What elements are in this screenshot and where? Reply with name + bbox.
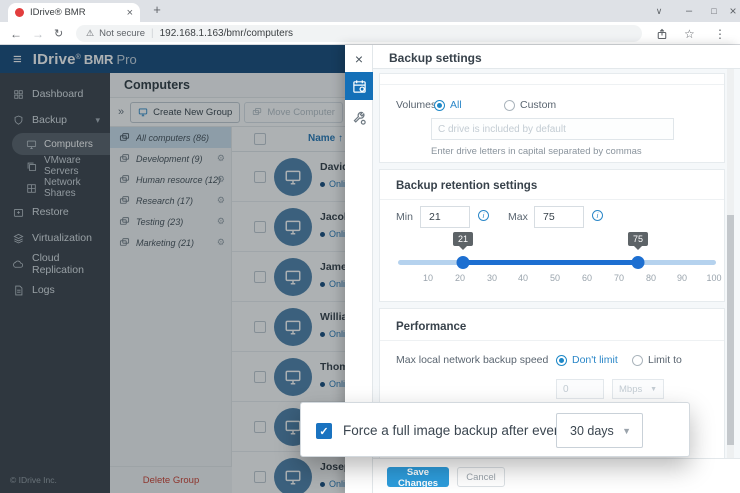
- drawer-scrollbar[interactable]: [727, 69, 734, 458]
- dont-limit-label[interactable]: Don't limit: [572, 354, 618, 366]
- slider-tick-label: 40: [518, 273, 528, 283]
- drawer-footer: Save Changes Cancel: [373, 458, 740, 493]
- window-maximize-button[interactable]: □: [703, 0, 725, 22]
- caret-down-icon: ▼: [650, 386, 657, 393]
- slider-fill: [463, 260, 638, 265]
- browser-window: IDrive® BMR × + ∨ – □ × ← → ↻ ⚠ Not secu…: [0, 0, 740, 493]
- max-handle-tooltip: 75: [628, 232, 648, 246]
- limit-value-input[interactable]: 0: [556, 379, 604, 399]
- slider-min-handle[interactable]: [457, 256, 470, 269]
- drawer-title: Backup settings: [389, 51, 482, 65]
- address-bar[interactable]: ⚠ Not secure | 192.168.1.163/bmr/compute…: [76, 25, 642, 42]
- slider-tick-label: 70: [614, 273, 624, 283]
- unit-label: Mbps: [619, 384, 642, 395]
- volumes-custom-label[interactable]: Custom: [520, 99, 556, 111]
- site-favicon-icon: [15, 8, 24, 17]
- browser-toolbar: ← → ↻ ⚠ Not secure | 192.168.1.163/bmr/c…: [0, 22, 740, 45]
- force-full-backup-label: Force a full image backup after every: [343, 403, 565, 458]
- min-info-icon[interactable]: i: [478, 210, 489, 221]
- tab-strip: IDrive® BMR × + ∨ – □ ×: [0, 0, 740, 22]
- calendar-settings-icon: [352, 79, 367, 94]
- back-button[interactable]: ←: [10, 22, 22, 45]
- bookmark-star-icon[interactable]: ☆: [684, 22, 695, 45]
- drive-letters-helper-text: Enter drive letters in capital separated…: [431, 146, 642, 157]
- force-full-backup-callout: Force a full image backup after every 30…: [300, 402, 690, 457]
- cancel-button[interactable]: Cancel: [457, 467, 505, 487]
- interval-value: 30 days: [570, 424, 614, 438]
- window-minimize-button[interactable]: –: [678, 0, 700, 22]
- window-close-button[interactable]: ×: [726, 0, 740, 22]
- save-changes-button[interactable]: Save Changes: [387, 467, 449, 487]
- retention-range-slider: 21 75 10 20 30 40 50 60 70 80 90 100: [380, 232, 724, 296]
- scrollbar-thumb[interactable]: [727, 215, 734, 445]
- share-icon[interactable]: [656, 22, 668, 45]
- browser-menu-icon[interactable]: ⋮: [714, 22, 726, 45]
- drawer-body: Volumes : All Custom Enter drive letters…: [373, 69, 740, 458]
- slider-tick-label: 10: [423, 273, 433, 283]
- drive-letters-input[interactable]: [431, 118, 674, 140]
- max-label: Max: [508, 211, 528, 223]
- security-label: Not secure: [99, 28, 145, 39]
- min-handle-tooltip: 21: [453, 232, 473, 246]
- speed-label: Max local network backup speed: [396, 354, 548, 366]
- not-secure-warning-icon: ⚠: [86, 28, 94, 39]
- slider-tick-label: 50: [550, 273, 560, 283]
- tab-search-chevron-icon[interactable]: ∨: [648, 0, 670, 22]
- forward-button[interactable]: →: [32, 22, 44, 45]
- volumes-section: Volumes : All Custom Enter drive letters…: [379, 73, 725, 163]
- refresh-button[interactable]: ↻: [54, 22, 63, 45]
- slider-tick-label: 100: [706, 273, 721, 283]
- volumes-all-radio[interactable]: [434, 100, 445, 111]
- wrench-icon: [352, 111, 367, 126]
- volumes-custom-radio[interactable]: [504, 100, 515, 111]
- speed-unit-select[interactable]: Mbps ▼: [612, 379, 664, 399]
- retention-section: Backup retention settings Min 21 i Max 7…: [379, 169, 725, 302]
- tab-backup-settings[interactable]: [345, 72, 373, 100]
- slider-tick-label: 90: [677, 273, 687, 283]
- slider-max-handle[interactable]: [632, 256, 645, 269]
- browser-tab[interactable]: IDrive® BMR ×: [8, 3, 140, 22]
- address-separator: |: [151, 28, 154, 39]
- tab-advanced-settings[interactable]: [345, 104, 373, 132]
- backup-interval-select[interactable]: 30 days ▼: [556, 413, 643, 448]
- slider-tick-label: 60: [582, 273, 592, 283]
- new-tab-button[interactable]: +: [148, 2, 166, 17]
- slider-tick-label: 20: [455, 273, 465, 283]
- volumes-all-label[interactable]: All: [450, 99, 462, 111]
- drawer-header: Backup settings: [373, 45, 740, 69]
- slider-tick-label: 30: [487, 273, 497, 283]
- tab-close-icon[interactable]: ×: [127, 7, 133, 19]
- dont-limit-radio[interactable]: [556, 355, 567, 366]
- limit-to-radio[interactable]: [632, 355, 643, 366]
- limit-to-label[interactable]: Limit to: [648, 354, 682, 366]
- url-text: 192.168.1.163/bmr/computers: [160, 28, 293, 39]
- min-label: Min: [396, 211, 413, 223]
- force-full-backup-checkbox[interactable]: [316, 423, 332, 439]
- section-title: Backup retention settings: [396, 180, 537, 192]
- drawer-close-icon[interactable]: ×: [345, 51, 373, 67]
- caret-down-icon: ▼: [622, 426, 631, 436]
- max-input[interactable]: 75: [534, 206, 584, 228]
- tab-title: IDrive® BMR: [30, 7, 123, 18]
- min-input[interactable]: 21: [420, 206, 470, 228]
- section-title: Performance: [396, 321, 466, 333]
- modal-dim-overlay: [0, 45, 345, 493]
- slider-tick-label: 80: [646, 273, 656, 283]
- max-info-icon[interactable]: i: [592, 210, 603, 221]
